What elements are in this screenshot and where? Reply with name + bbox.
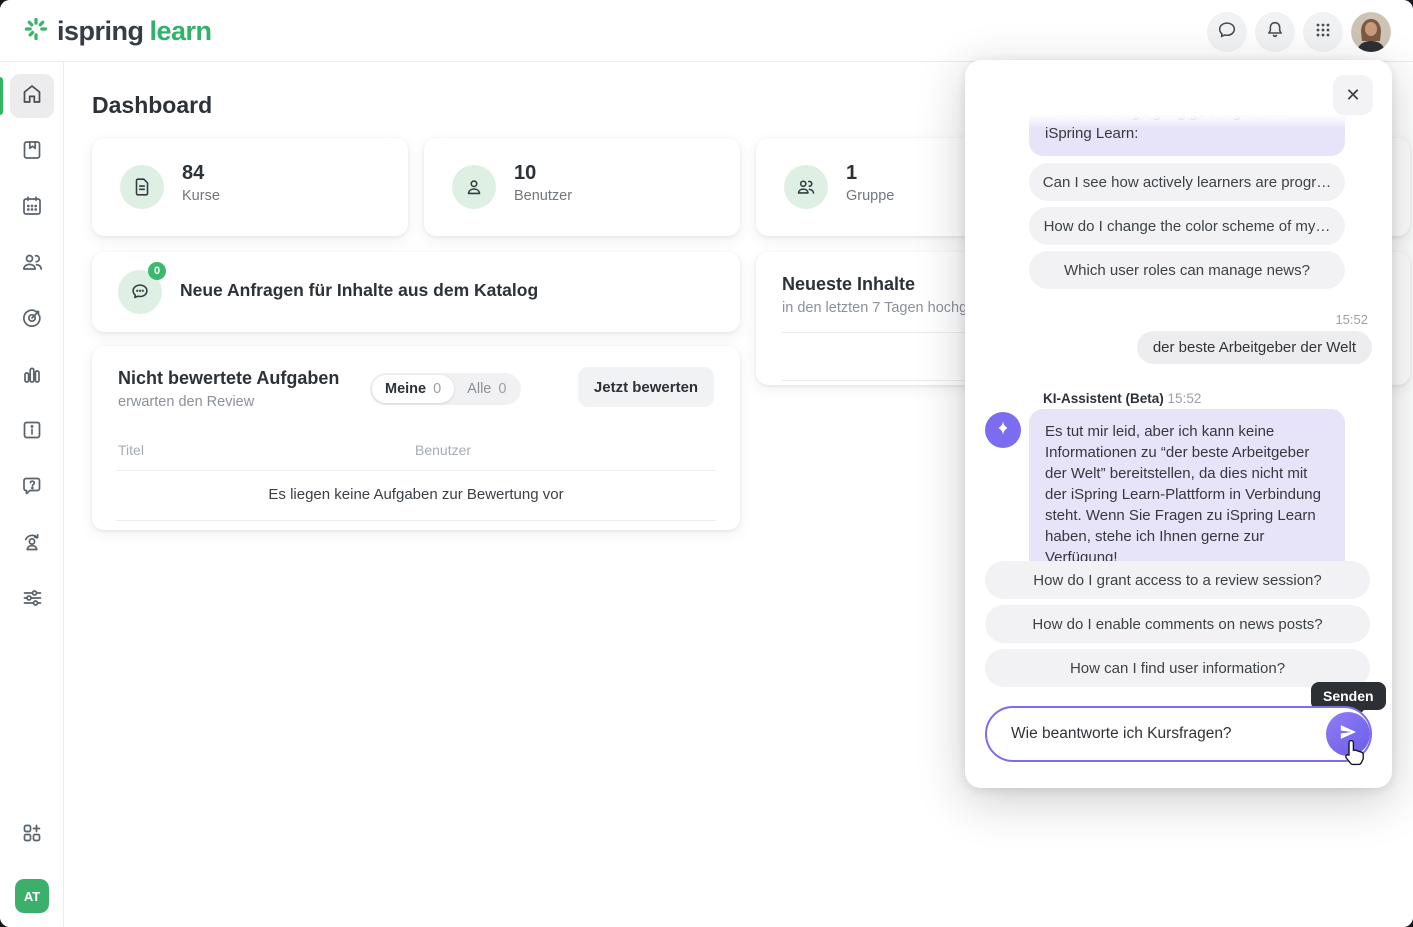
calendar-icon	[20, 194, 44, 223]
user-avatar[interactable]	[1351, 12, 1391, 52]
sidebar-item-reports[interactable]	[10, 354, 54, 398]
mouse-cursor	[1341, 738, 1367, 773]
user-message: der beste Arbeitgeber der Welt	[1137, 331, 1372, 364]
person-sync-icon	[20, 530, 44, 559]
ungraded-title: Nicht bewertete Aufgaben	[118, 368, 339, 389]
question-bubble-icon	[20, 474, 44, 503]
chat-button[interactable]	[1207, 12, 1247, 52]
top-bar: ispringlearn	[0, 0, 1413, 62]
requests-count-badge: 0	[148, 262, 166, 280]
assistant-timestamp: 15:52	[1168, 391, 1202, 406]
sidebar-item-supervision[interactable]	[10, 522, 54, 566]
sparkle-icon	[994, 419, 1012, 442]
sidebar-item-users[interactable]	[10, 242, 54, 286]
sidebar-item-info[interactable]	[10, 410, 54, 454]
message-input[interactable]	[1011, 710, 1301, 758]
active-indicator	[0, 77, 3, 115]
sidebar-item-add-apps[interactable]	[10, 813, 54, 857]
stat-label: Gruppe	[846, 188, 894, 204]
group-icon	[784, 165, 828, 209]
column-benutzer: Benutzer	[415, 442, 471, 458]
document-icon	[120, 165, 164, 209]
message-timestamp: 15:52	[1335, 312, 1368, 327]
logo-text: ispringlearn	[57, 16, 212, 47]
assistant-header: KI-Assistent (Beta) 15:52	[1043, 391, 1201, 406]
suggestion-chip[interactable]: How do I change the color scheme of my…	[1029, 207, 1345, 245]
sidebar-item-calendar[interactable]	[10, 186, 54, 230]
sliders-icon	[20, 586, 44, 615]
stat-card-users[interactable]: 10 Benutzer	[424, 138, 740, 236]
review-now-button[interactable]: Jetzt bewerten	[578, 367, 714, 407]
catalog-requests-title: Neue Anfragen für Inhalte aus dem Katalo…	[180, 280, 538, 301]
apps-button[interactable]	[1303, 12, 1343, 52]
sidebar-item-support[interactable]	[10, 466, 54, 510]
stat-value: 1	[846, 162, 857, 185]
tab-alle[interactable]: Alle 0	[454, 375, 519, 403]
info-square-icon	[20, 418, 44, 447]
grid-plus-icon	[20, 821, 44, 850]
home-icon	[20, 82, 44, 111]
apps-grid-icon	[1313, 20, 1333, 45]
assistant-avatar	[985, 412, 1021, 448]
suggestion-chip[interactable]: How do I grant access to a review sessio…	[985, 561, 1370, 599]
sidebar-item-goals[interactable]	[10, 298, 54, 342]
latest-content-title: Neueste Inhalte	[782, 274, 915, 295]
divider	[116, 470, 716, 471]
ungraded-tabs: Meine 0 Alle 0	[370, 373, 521, 405]
suggestion-chip[interactable]: How can I find user information?	[985, 649, 1370, 687]
page-title: Dashboard	[92, 92, 212, 119]
users-icon	[20, 250, 44, 279]
tab-meine[interactable]: Meine 0	[372, 375, 454, 403]
close-icon: ✕	[1345, 85, 1360, 106]
stat-card-courses[interactable]: 84 Kurse	[92, 138, 408, 236]
top-fade	[1025, 115, 1349, 129]
book-icon	[20, 138, 44, 167]
assistant-name: KI-Assistent (Beta)	[1043, 391, 1164, 406]
column-titel: Titel	[118, 442, 144, 458]
target-arrow-icon	[20, 306, 44, 335]
suggestion-chip[interactable]: How do I enable comments on news posts?	[985, 605, 1370, 643]
suggestion-chip[interactable]: Which user roles can manage news?	[1029, 251, 1345, 289]
bar-chart-icon	[20, 362, 44, 391]
divider	[116, 520, 716, 521]
chat-icon	[1216, 19, 1238, 46]
stat-label: Kurse	[182, 188, 220, 204]
ai-assistant-panel: ✕ Hier sind einige gängige Fragen über i…	[965, 60, 1392, 788]
app-logo[interactable]: ispringlearn	[23, 16, 212, 47]
assistant-message: Es tut mir leid, aber ich kann keine Inf…	[1029, 409, 1345, 580]
stat-value: 84	[182, 162, 204, 185]
stat-value: 10	[514, 162, 536, 185]
ungraded-subtitle: erwarten den Review	[118, 394, 254, 410]
sidebar-item-home[interactable]	[10, 74, 54, 118]
sidebar-item-settings[interactable]	[10, 578, 54, 622]
suggestion-chip[interactable]: Can I see how actively learners are prog…	[1029, 163, 1345, 201]
account-badge[interactable]: AT	[15, 879, 49, 913]
catalog-requests-card[interactable]: 0 Neue Anfragen für Inhalte aus dem Kata…	[92, 252, 740, 332]
app-window: Dashboard 84 Kurse 10 Benutzer 1 Gruppe	[0, 0, 1413, 927]
sidebar: AT	[0, 62, 64, 927]
stat-label: Benutzer	[514, 188, 572, 204]
close-button[interactable]: ✕	[1333, 75, 1373, 115]
tab-alle-count: 0	[498, 381, 506, 397]
message-input-container	[985, 706, 1372, 762]
person-icon	[452, 165, 496, 209]
ungraded-card: Nicht bewertete Aufgaben erwarten den Re…	[92, 346, 740, 530]
sidebar-item-courses[interactable]	[10, 130, 54, 174]
bell-icon	[1264, 19, 1286, 46]
tab-meine-count: 0	[433, 381, 441, 397]
ispring-burst-icon	[23, 16, 49, 47]
notifications-button[interactable]	[1255, 12, 1295, 52]
empty-state-text: Es liegen keine Aufgaben zur Bewertung v…	[92, 486, 740, 503]
